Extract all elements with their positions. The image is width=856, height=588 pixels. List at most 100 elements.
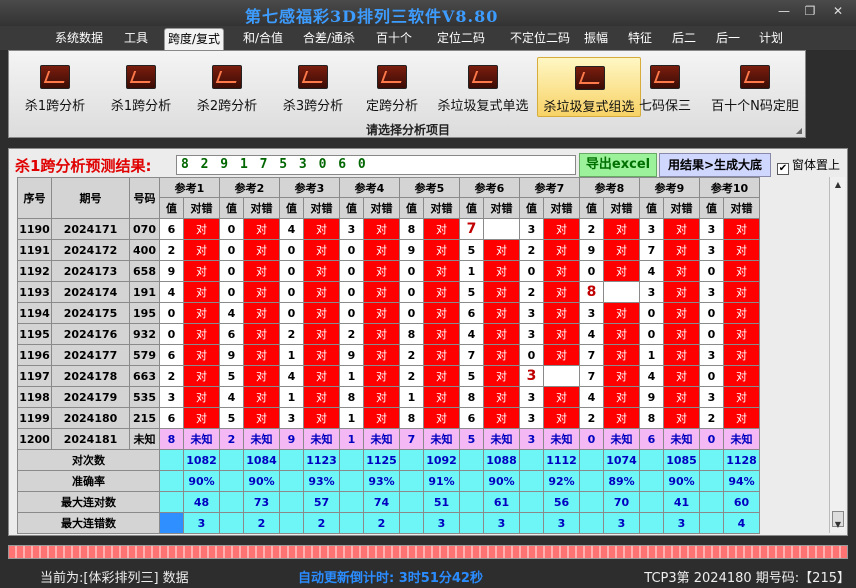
menu-item[interactable]: 定位二码: [430, 28, 492, 50]
ref-value-cell: 3: [519, 365, 544, 387]
table-row[interactable]: 1197 2024178 663 2 对 5 对 4 对 1 对 2 对 5 对 3 7 对 4 对 0 对: [17, 365, 760, 387]
stats-value: 90%: [183, 470, 220, 492]
table-row[interactable]: 1191 2024172 400 2 对 0 对 0 对 0 对 9 对 5 对 2 对 9 对 7 对 3 对: [17, 239, 760, 261]
ref-result-cell: 对: [723, 302, 760, 324]
menu-item[interactable]: 不定位二码: [506, 28, 574, 50]
ref-result-cell: 对: [663, 407, 700, 429]
stats-spacer: [639, 512, 664, 534]
stats-value: 3: [483, 512, 520, 534]
ribbon-tool[interactable]: 杀1跨分析: [99, 57, 183, 117]
ref-result-cell: 对: [663, 239, 700, 261]
status-bar: 当前为:[体彩排列三] 数据 自动更新倒计时: 3时51分42秒 TCP3第 2…: [0, 562, 856, 588]
ref-value-cell: 4: [159, 281, 184, 303]
ref-value-cell: 4: [279, 218, 304, 240]
menu-item[interactable]: 特征: [622, 28, 658, 50]
ribbon-tool[interactable]: 定跨分析: [355, 57, 429, 117]
ref-value-cell: 0: [159, 302, 184, 324]
ribbon-expand-icon[interactable]: ◢: [796, 126, 802, 135]
stats-value: 94%: [723, 470, 760, 492]
ref-value-cell: 5: [459, 365, 484, 387]
ref-result-cell: 对: [543, 281, 580, 303]
prediction-result-field[interactable]: 8 2 9 1 7 5 3 0 6 0: [176, 155, 576, 175]
menu-item[interactable]: 振幅: [578, 28, 614, 50]
ref-value-cell: 3: [279, 407, 304, 429]
stats-spacer: [339, 470, 364, 492]
table-row[interactable]: 1199 2024180 215 6 对 5 对 3 对 1 对 8 对 6 对 3 对 2 对 8 对 2 对: [17, 407, 760, 429]
stats-value: 61: [483, 491, 520, 513]
ref-value-cell: 0: [279, 239, 304, 261]
ref-result-cell: 对: [183, 386, 220, 408]
value-subheader: 值: [579, 197, 604, 219]
ref-result-cell: 对: [363, 365, 400, 387]
ref-result-cell: 对: [663, 281, 700, 303]
stats-spacer: [399, 512, 424, 534]
ribbon-tool[interactable]: 杀3跨分析: [271, 57, 355, 117]
stats-value: 1082: [183, 449, 220, 471]
pending-value-cell: 1: [339, 428, 364, 450]
ref-value-cell: 3: [159, 386, 184, 408]
menu-item[interactable]: 和/合值: [238, 28, 288, 50]
table-row[interactable]: 1193 2024174 191 4 对 0 对 0 对 0 对 0 对 5 对 2 对 8 3 对 3 对: [17, 281, 760, 303]
stats-value: 90%: [483, 470, 520, 492]
generate-base-button[interactable]: 用结果>生成大底: [659, 153, 771, 177]
ref-result-cell: 对: [723, 218, 760, 240]
ribbon-tool[interactable]: 杀垃圾复式单选: [431, 57, 535, 117]
menu-item[interactable]: 后一: [710, 28, 746, 50]
chart-icon: [740, 65, 770, 89]
table-row[interactable]: 1194 2024175 195 0 对 4 对 0 对 0 对 0 对 6 对 3 对 3 对 0 对 0 对: [17, 302, 760, 324]
row-seq: 1199: [17, 407, 52, 429]
ref-result-cell: 对: [423, 281, 460, 303]
table-row[interactable]: 1190 2024171 070 6 对 0 对 4 对 3 对 8 对 7 3 对 2 对 3 对 3 对: [17, 218, 760, 240]
minimize-button[interactable]: —: [772, 2, 796, 20]
ref-result-cell: 对: [423, 260, 460, 282]
vertical-scrollbar[interactable]: ▲ ▼: [829, 177, 845, 533]
table-row[interactable]: 1195 2024176 932 0 对 6 对 2 对 2 对 8 对 4 对 3 对 4 对 0 对 0 对: [17, 323, 760, 345]
ref-result-cell: 对: [543, 344, 580, 366]
scroll-down-icon[interactable]: ▼: [830, 517, 846, 533]
stats-value: 3: [423, 512, 460, 534]
stats-spacer: [639, 470, 664, 492]
ribbon-tool[interactable]: 七码保三: [623, 57, 707, 117]
menu-item[interactable]: 合差/通杀: [298, 28, 360, 50]
pending-result-cell: 未知: [723, 428, 760, 450]
ref-result-cell: 对: [723, 239, 760, 261]
export-excel-button[interactable]: 导出excel: [579, 153, 657, 177]
checkbox-icon[interactable]: ✔: [777, 163, 789, 175]
table-row[interactable]: 1196 2024177 579 6 对 9 对 1 对 9 对 2 对 7 对 0 对 7 对 1 对 3 对: [17, 344, 760, 366]
close-button[interactable]: ✕: [826, 2, 850, 20]
menu-item[interactable]: 系统数据: [48, 28, 110, 50]
chart-icon: [298, 65, 328, 89]
result-subheader: 对错: [723, 197, 760, 219]
ref-header: 参考10: [699, 177, 760, 198]
value-subheader: 值: [699, 197, 724, 219]
ribbon-tool[interactable]: 百十个N码定胆: [707, 57, 803, 117]
menu-item[interactable]: 后二: [666, 28, 702, 50]
stats-value: 51: [423, 491, 460, 513]
menu-item[interactable]: 计划: [754, 28, 788, 50]
pending-row[interactable]: 1200 2024181 未知 8 未知 2 未知 9 未知 1 未知 7 未知 5 未知 3 未知 0 未知 6 未知…: [17, 428, 760, 450]
ribbon-tool[interactable]: 杀2跨分析: [185, 57, 269, 117]
restore-button[interactable]: ❐: [798, 2, 822, 20]
row-period: 2024181: [51, 428, 130, 450]
table-row[interactable]: 1198 2024179 535 3 对 4 对 1 对 8 对 1 对 8 对 3 对 4 对 9 对 3 对: [17, 386, 760, 408]
window-on-top-toggle[interactable]: ✔ 窗体置上: [777, 156, 840, 175]
ref-value-cell: 8: [579, 281, 604, 303]
menu-item[interactable]: 百十个: [372, 28, 416, 50]
menu-item[interactable]: 跨度/复式: [164, 28, 224, 50]
ref-value-cell: 3: [339, 218, 364, 240]
ref-value-cell: 6: [159, 344, 184, 366]
ref-result-cell: 对: [483, 323, 520, 345]
table-row[interactable]: 1192 2024173 658 9 对 0 对 0 对 0 对 0 对 1 对 0 对 0 对 4 对 0 对: [17, 260, 760, 282]
ref-value-cell: 2: [339, 323, 364, 345]
ref-value-cell: 2: [159, 239, 184, 261]
menu-item[interactable]: 工具: [116, 28, 156, 50]
ref-value-cell: 3: [519, 407, 544, 429]
ref-result-cell: 对: [243, 260, 280, 282]
ref-result-cell: 对: [423, 218, 460, 240]
ref-value-cell: 7: [459, 218, 484, 240]
ribbon-tool[interactable]: 杀1跨分析: [13, 57, 97, 117]
ref-result-cell: 对: [603, 365, 640, 387]
scroll-up-icon[interactable]: ▲: [830, 177, 846, 193]
ref-value-cell: 4: [219, 386, 244, 408]
ref-value-cell: 1: [639, 344, 664, 366]
